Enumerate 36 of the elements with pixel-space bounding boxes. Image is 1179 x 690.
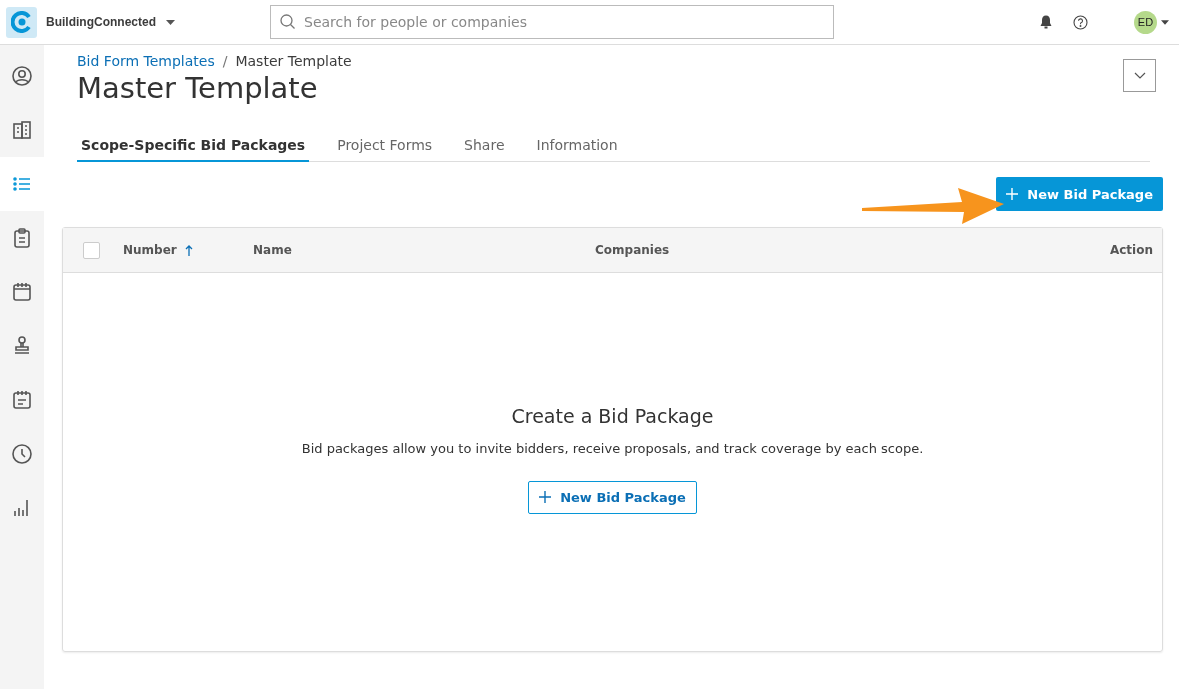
tab[interactable]: Project Forms — [333, 133, 437, 162]
tab[interactable]: Share — [460, 133, 509, 162]
tab[interactable]: Information — [532, 133, 622, 162]
help-icon[interactable] — [1073, 14, 1088, 30]
breadcrumb-separator: / — [222, 53, 228, 69]
column-header[interactable]: Companies — [595, 243, 670, 257]
sort-up-icon[interactable] — [184, 244, 193, 256]
breadcrumb-link[interactable]: Bid Form Templates — [77, 53, 215, 69]
empty-state-title: Create a Bid Package — [511, 404, 714, 427]
caret-icon[interactable] — [1161, 19, 1169, 25]
search-icon — [280, 14, 295, 29]
user-avatar[interactable]: ED — [1134, 10, 1157, 34]
column-header[interactable]: Action — [1109, 243, 1153, 257]
select-all-checkbox[interactable] — [83, 241, 100, 259]
app-logo[interactable] — [6, 6, 37, 38]
building-icon — [11, 119, 33, 141]
app-name[interactable]: BuildingConnected — [46, 15, 156, 29]
column-header[interactable]: Number — [123, 243, 177, 257]
plus-icon — [1006, 188, 1019, 200]
clipboard-icon — [11, 227, 33, 249]
empty-state-text: Bid packages allow you to invite bidders, receive proposals, and track coverage by each scope. — [301, 440, 924, 456]
column-header[interactable]: Name — [253, 243, 292, 257]
caret-icon[interactable] — [166, 19, 175, 25]
page-title: Master Template — [77, 71, 318, 105]
search-field[interactable]: Search for people or companies — [270, 5, 834, 39]
tab[interactable]: Scope-Specific Bid Packages — [77, 133, 310, 162]
schedule-icon — [11, 389, 33, 411]
clock-icon — [11, 443, 33, 465]
plus-icon — [539, 491, 552, 503]
new-bid-package-button[interactable]: New Bid Package — [528, 480, 697, 514]
calendar-icon — [11, 281, 33, 303]
dropdown-button[interactable] — [1123, 59, 1156, 92]
chevron-down-icon — [1133, 72, 1146, 79]
breadcrumb-current: Master Template — [235, 53, 352, 69]
bell-icon[interactable] — [1040, 15, 1052, 29]
person-icon — [11, 65, 33, 87]
